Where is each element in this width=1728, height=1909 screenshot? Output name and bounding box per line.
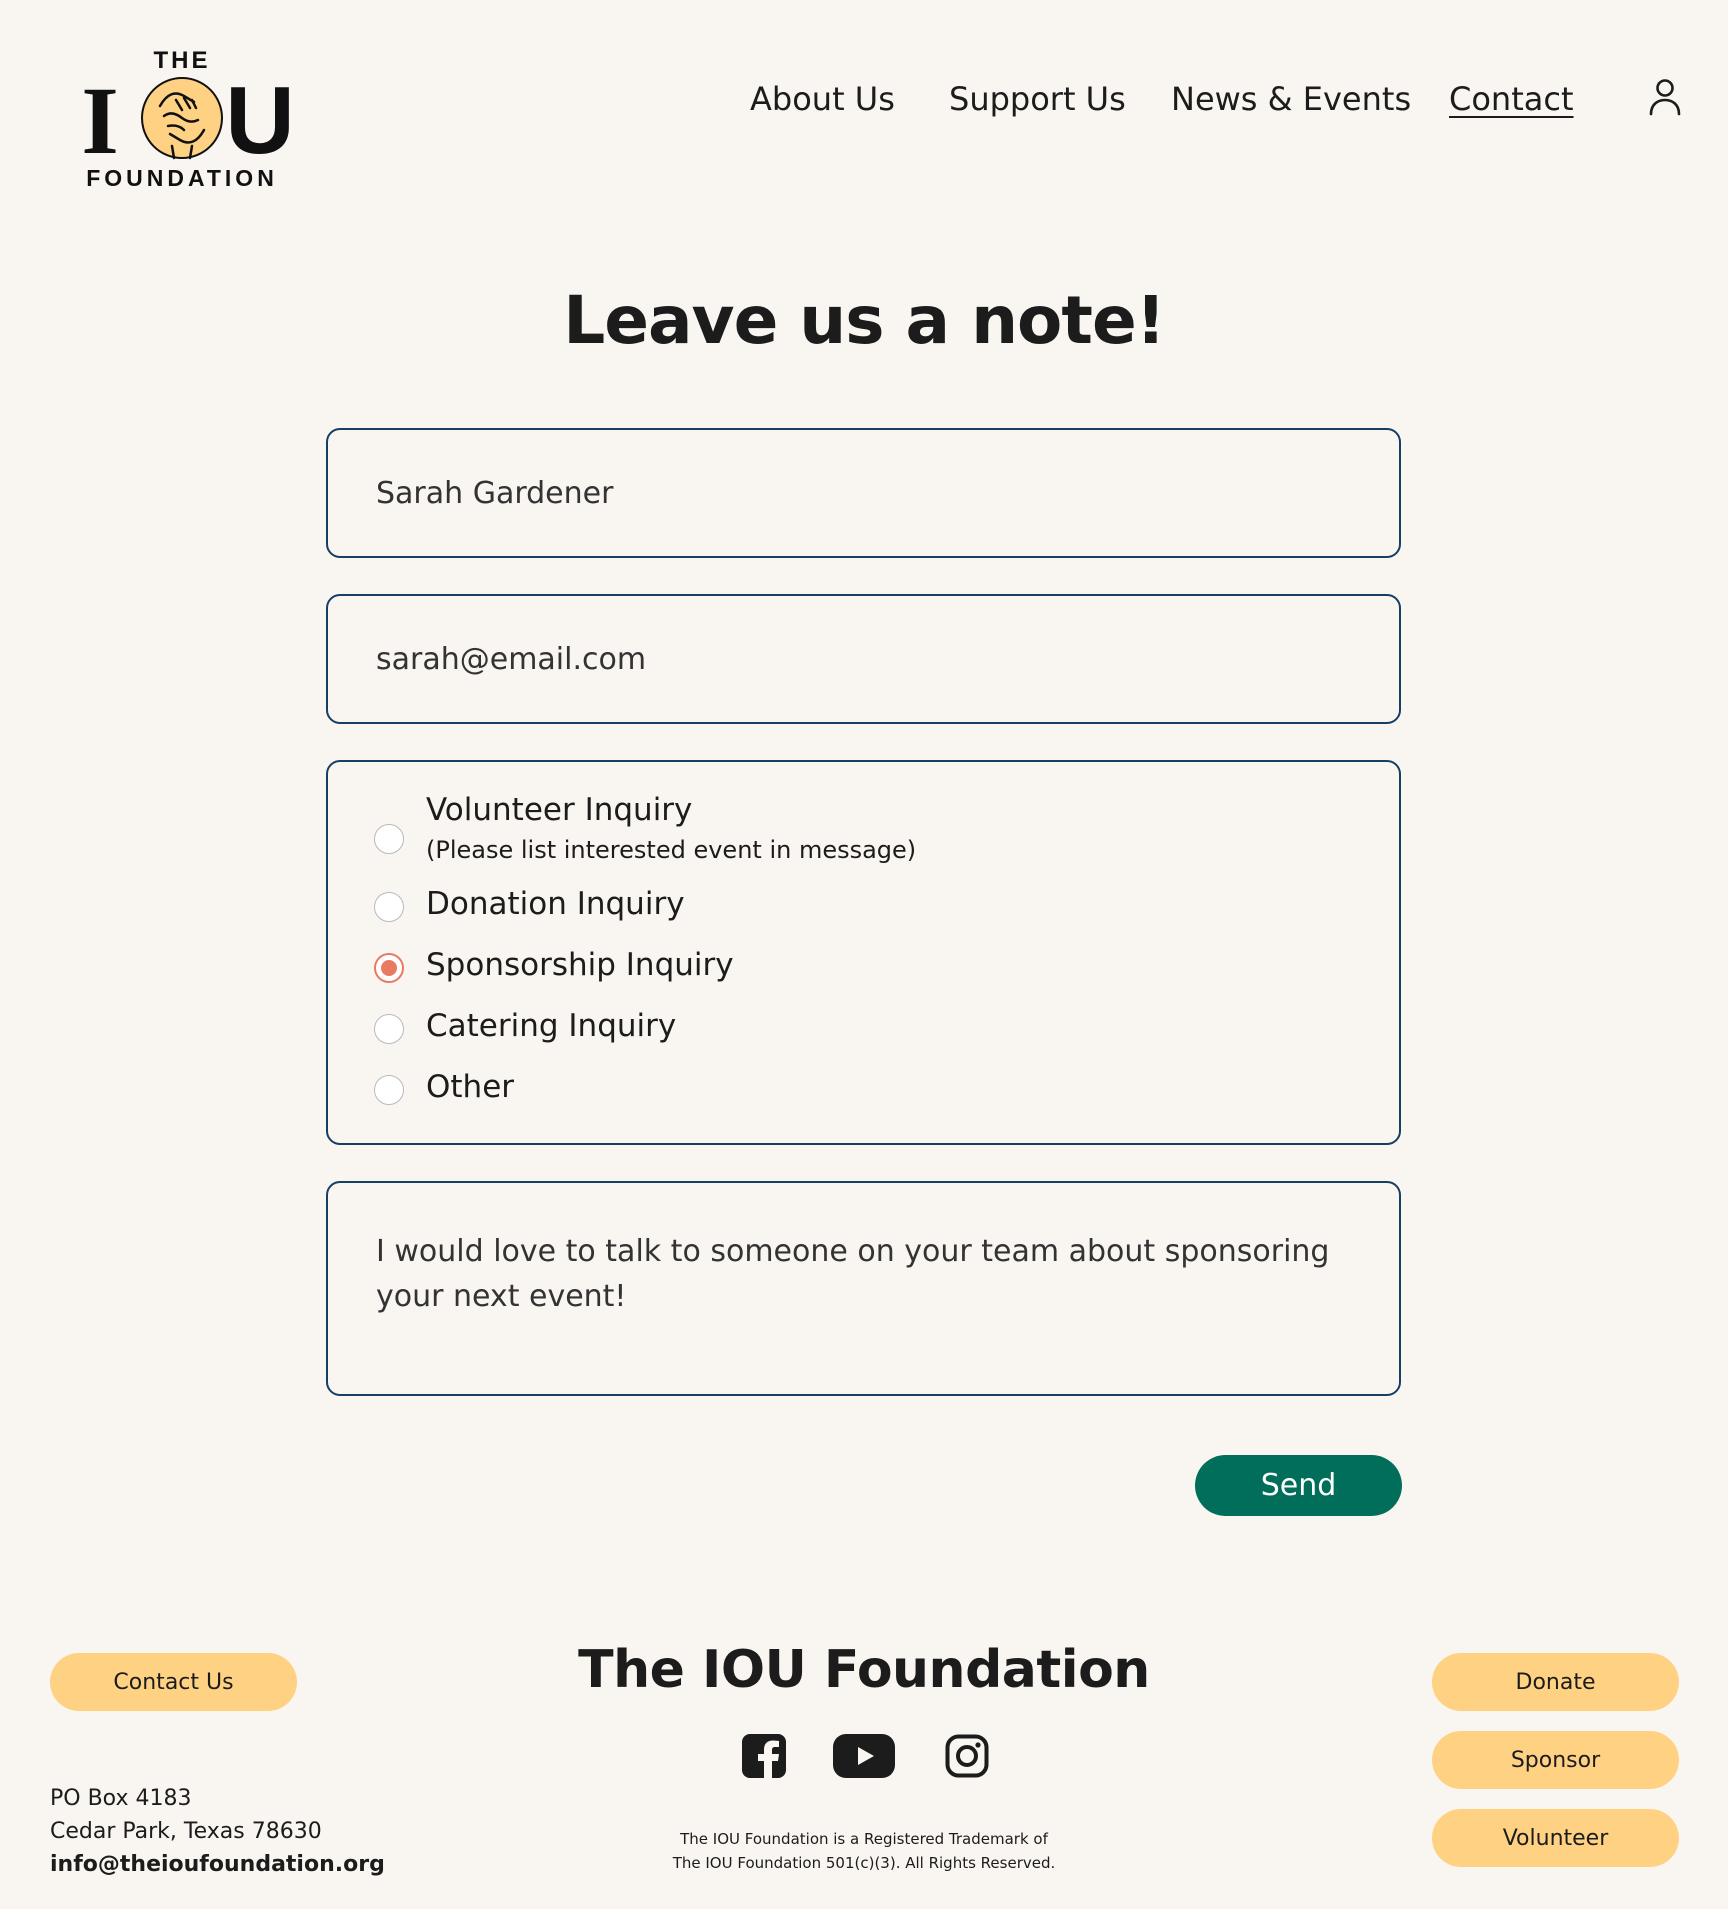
radio-button[interactable] [374,1014,404,1044]
nav-support-us[interactable]: Support Us [949,80,1126,118]
send-button[interactable]: Send [1195,1455,1402,1516]
nav-about-us[interactable]: About Us [750,80,895,118]
donate-button[interactable]: Donate [1432,1653,1679,1711]
radio-button[interactable] [374,1075,404,1105]
email-field-container [326,594,1401,724]
message-field-container: I would love to talk to someone on your … [326,1181,1401,1396]
user-account-icon[interactable] [1648,78,1682,118]
instagram-icon[interactable] [945,1734,989,1778]
inquiry-type-group: Volunteer Inquiry (Please list intereste… [326,760,1401,1145]
facebook-icon[interactable] [742,1734,786,1778]
message-textarea[interactable]: I would love to talk to someone on your … [328,1183,1399,1394]
radio-label: Sponsorship Inquiry [426,947,734,983]
legal-line-1: The IOU Foundation is a Registered Trade… [680,1830,1048,1848]
logo-letter-i: I [81,67,118,174]
nav-news-events[interactable]: News & Events [1171,80,1411,118]
page-title: Leave us a note! [563,282,1166,359]
radio-label: Volunteer Inquiry [426,792,693,828]
logo-bottom-text: FOUNDATION [86,165,278,191]
legal-notice: The IOU Foundation is a Registered Trade… [0,1827,1728,1875]
legal-line-2: The IOU Foundation 501(c)(3). All Rights… [672,1854,1056,1872]
youtube-icon[interactable] [833,1734,895,1778]
sponsor-button[interactable]: Sponsor [1432,1731,1679,1789]
radio-button[interactable] [374,892,404,922]
radio-button[interactable] [374,824,404,854]
logo[interactable]: THE I U FOUNDATION [64,46,300,192]
email-input[interactable] [328,596,1399,722]
radio-label: Catering Inquiry [426,1008,677,1044]
radio-button-selected[interactable] [374,953,404,983]
nav-contact[interactable]: Contact [1449,80,1574,118]
logo-graphic: THE I U FOUNDATION [81,47,294,191]
radio-label: Other [426,1069,515,1105]
logo-top-text: THE [154,47,211,74]
name-field-container [326,428,1401,558]
name-input[interactable] [328,430,1399,556]
radio-label: Donation Inquiry [426,886,685,922]
radio-sublabel: (Please list interested event in message… [426,836,917,864]
address-line-1: PO Box 4183 [50,1786,192,1811]
logo-letter-u: U [225,67,294,174]
